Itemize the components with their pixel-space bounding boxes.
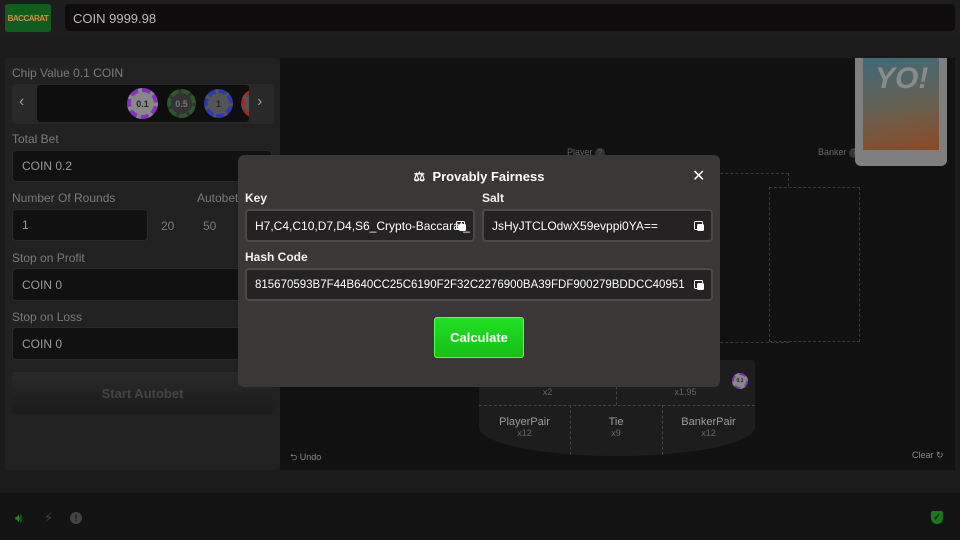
bet-banker-pair[interactable]: BankerPair x12 (662, 416, 755, 439)
refresh-icon: ↻ (936, 450, 944, 460)
lightning-icon[interactable]: ⚡︎ (44, 510, 53, 526)
chip-strip: 0.1 0.5 1 (37, 85, 249, 122)
chip-0-1[interactable]: 0.1 (127, 88, 158, 119)
total-bet-label: Total Bet (12, 132, 59, 146)
calculate-button[interactable]: Calculate (434, 317, 524, 358)
close-icon[interactable]: ✕ (692, 166, 705, 186)
shield-check-icon[interactable]: ✓ (931, 511, 943, 524)
bet-player[interactable]: x2 (479, 387, 616, 398)
salt-label: Salt (482, 191, 505, 205)
hash-label: Hash Code (245, 250, 308, 264)
copy-icon[interactable] (694, 280, 704, 290)
bet-banker[interactable]: x1.95 (616, 387, 755, 398)
key-input[interactable]: H7,C4,C10,D7,D4,S6_Crypto-Baccarat_ (245, 209, 475, 242)
info-icon[interactable]: ! (70, 512, 82, 524)
chip-red[interactable] (241, 89, 249, 118)
placed-chip: 0.1 (732, 373, 748, 389)
footer-bar (0, 493, 960, 540)
key-label: Key (245, 191, 268, 205)
undo-icon: ⮌ (290, 452, 298, 462)
bet-tie[interactable]: Tie x9 (570, 416, 662, 439)
autobet-label: Autobet (197, 191, 239, 205)
dialog-title: ⚖ Provably Fairness (413, 169, 545, 184)
chip-value-label: Chip Value 0.1 COIN (12, 66, 124, 80)
baccarat-logo: BACCARAT (5, 4, 51, 32)
copy-icon[interactable] (456, 221, 466, 231)
stop-loss-label: Stop on Loss (12, 310, 83, 324)
stop-loss-input[interactable]: COIN 0 (12, 327, 272, 360)
total-bet-input[interactable]: COIN 0.2 (12, 150, 272, 182)
start-autobet-button[interactable]: Start Autobet (12, 372, 273, 414)
copy-icon[interactable] (694, 221, 704, 231)
rounds-label: Number Of Rounds (12, 191, 116, 205)
banker-card-slot (769, 187, 860, 342)
undo-button[interactable]: ⮌ Undo (290, 450, 321, 466)
sound-icon[interactable]: 🔊︎ (15, 511, 23, 526)
bet-player-pair[interactable]: PlayerPair x12 (479, 416, 570, 439)
chip-1[interactable]: 1 (204, 89, 233, 118)
chip-0-5[interactable]: 0.5 (167, 89, 196, 118)
provably-fair-dialog: ⚖ Provably Fairness ✕ Key H7,C4,C10,D7,D… (238, 155, 720, 387)
scale-icon: ⚖ (413, 169, 426, 184)
chevron-left-icon[interactable]: ‹ (19, 93, 24, 111)
hash-input[interactable]: 815670593B7F44B640CC25C6190F2F32C2276900… (245, 268, 713, 301)
banker-label: Banker ? (818, 147, 860, 158)
rounds-input[interactable]: 1 (12, 209, 148, 241)
deck-logo: YO! (875, 62, 929, 95)
rounds-preset-50[interactable]: 50 (203, 219, 216, 233)
chevron-right-icon[interactable]: › (257, 93, 262, 111)
stop-profit-label: Stop on Profit (12, 251, 85, 265)
stop-profit-input[interactable]: COIN 0 (12, 268, 272, 301)
salt-input[interactable]: JsHyJTCLOdwX59evppi0YA== (482, 209, 713, 242)
balance-display: COIN 9999.98 (65, 4, 955, 31)
clear-button[interactable]: Clear ↻ (912, 450, 944, 461)
rounds-preset-20[interactable]: 20 (161, 219, 174, 233)
